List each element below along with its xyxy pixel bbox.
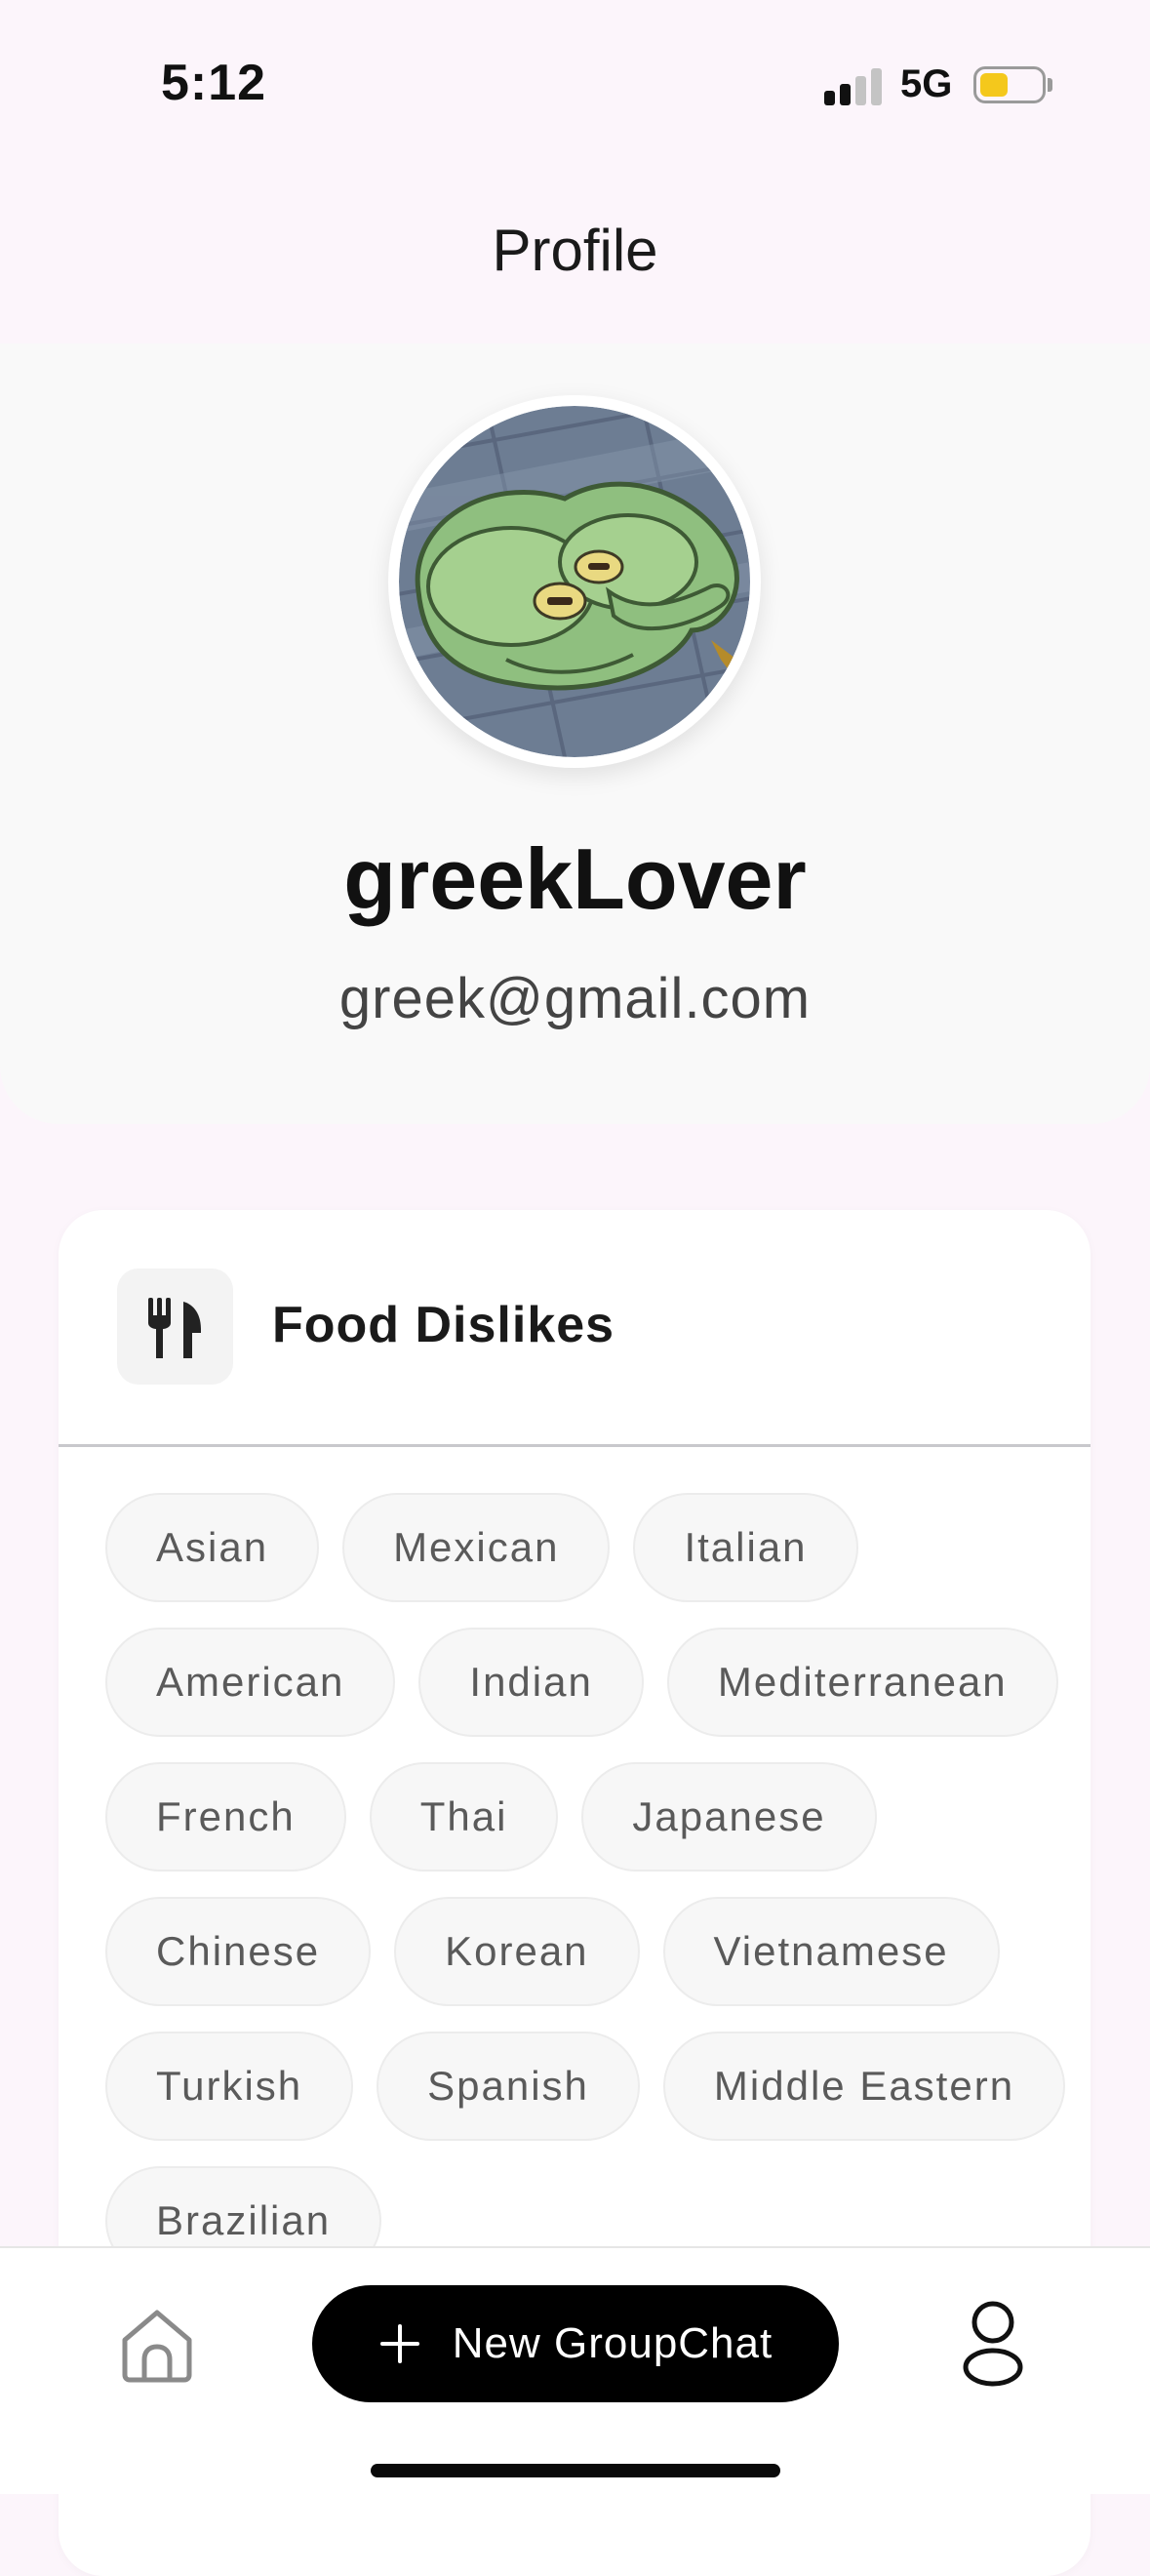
food-chip[interactable]: Spanish: [377, 2032, 640, 2141]
profile-tab-button[interactable]: [961, 2299, 1025, 2389]
food-chip[interactable]: Middle Eastern: [662, 2032, 1066, 2141]
status-bar: 5:12 5G: [0, 0, 1150, 171]
food-chip[interactable]: Thai: [369, 1762, 559, 1872]
food-chip[interactable]: Mexican: [342, 1493, 611, 1602]
username: greekLover: [343, 830, 807, 927]
battery-nub: [1048, 78, 1052, 92]
status-time: 5:12: [161, 55, 267, 111]
food-chip[interactable]: Vietnamese: [662, 1897, 1000, 2006]
signal-icon: [824, 68, 883, 105]
network-label: 5G: [900, 62, 953, 105]
card-title: Food Dislikes: [272, 1297, 615, 1353]
food-chip[interactable]: Italian: [633, 1493, 858, 1602]
battery-level: [980, 73, 1008, 97]
home-icon: [122, 2310, 192, 2383]
food-chip[interactable]: Asian: [105, 1493, 320, 1602]
new-groupchat-button[interactable]: New GroupChat: [312, 2285, 839, 2402]
food-chip[interactable]: American: [105, 1628, 396, 1737]
food-chip[interactable]: Indian: [418, 1628, 644, 1737]
home-indicator: [371, 2464, 780, 2477]
food-chip[interactable]: Japanese: [581, 1762, 877, 1872]
email: greek@gmail.com: [338, 967, 812, 1030]
user-icon: [963, 2301, 1023, 2387]
food-chip[interactable]: Mediterranean: [666, 1628, 1058, 1737]
plus-icon: [379, 2324, 419, 2363]
food-chip[interactable]: Chinese: [105, 1897, 372, 2006]
food-chip[interactable]: Korean: [394, 1897, 640, 2006]
home-button[interactable]: [119, 2307, 195, 2383]
divider: [59, 1444, 1091, 1447]
food-chip[interactable]: French: [105, 1762, 346, 1872]
battery-icon: [973, 66, 1046, 103]
avatar-photo: [399, 406, 750, 757]
fork-knife-icon: [117, 1268, 233, 1385]
new-groupchat-label: New GroupChat: [452, 2319, 773, 2367]
bottom-nav: New GroupChat: [0, 2246, 1150, 2494]
avatar[interactable]: [388, 395, 761, 768]
food-chip[interactable]: Turkish: [105, 2032, 354, 2141]
food-chip-list: Asian Mexican Italian American Indian Me…: [105, 1493, 1071, 2275]
page-title: Profile: [492, 218, 658, 283]
